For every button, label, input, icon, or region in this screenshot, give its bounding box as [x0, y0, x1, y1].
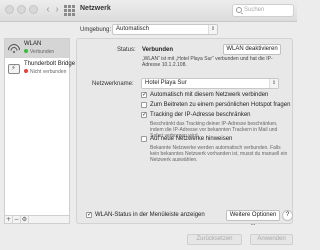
title-bar: ‹ › Netzwerk Suchen [0, 0, 297, 22]
status-description: „WLAN“ ist mit „Hotel Playa Sur“ verbund… [142, 56, 273, 68]
auto-join-label: Automatisch mit diesem Netzwerk verbinde… [150, 92, 269, 98]
show-wlan-status-label: WLAN-Status in der Menüleiste anzeigen [95, 212, 205, 218]
search-icon [236, 7, 242, 13]
zoom-window-button[interactable] [29, 5, 38, 14]
revert-button[interactable]: Zurücksetzen [187, 234, 242, 245]
ask-hotspot-checkbox[interactable] [141, 102, 147, 108]
add-service-button[interactable]: + [5, 216, 13, 223]
sidebar-item-status: Verbunden [24, 49, 54, 55]
close-window-button[interactable] [5, 5, 14, 14]
service-list: WLAN Verbunden Thunderbolt Bridge Nicht … [4, 38, 75, 216]
help-button[interactable]: ? [282, 210, 293, 221]
thunderbolt-icon [8, 64, 20, 74]
status-label: Status: [117, 47, 136, 53]
network-name-label: Netzwerkname: [92, 81, 134, 87]
window-title: Netzwerk [80, 5, 111, 12]
notify-new-networks-description: Bekannte Netzwerke werden automatisch ve… [150, 145, 288, 163]
show-all-grid-icon[interactable] [64, 5, 75, 16]
sidebar-item-label: Thunderbolt Bridge [24, 61, 76, 67]
location-select[interactable]: Automatisch ⇕ [112, 24, 218, 35]
sidebar-item-status: Nicht verbunden [24, 69, 66, 75]
gear-icon[interactable]: ⚙ [21, 216, 29, 223]
network-name-value: Hotel Playa Sur [145, 80, 187, 86]
status-value: Verbunden [142, 47, 174, 53]
sidebar-item-thunderbolt-bridge[interactable]: Thunderbolt Bridge Nicht verbunden [5, 59, 75, 78]
location-label: Umgebung: [80, 27, 112, 33]
search-input[interactable]: Suchen [232, 4, 294, 17]
status-dot-red-icon [24, 69, 28, 73]
wifi-icon [8, 43, 20, 54]
limit-ip-tracking-label: Tracking der IP-Adresse beschränken [150, 112, 251, 118]
notify-new-networks-label: Auf neue Netzwerke hinweisen [150, 136, 233, 142]
notify-new-networks-checkbox[interactable] [141, 136, 147, 142]
sidebar-item-wlan[interactable]: WLAN Verbunden [5, 39, 69, 58]
wlan-deactivate-button[interactable]: WLAN deaktivieren [223, 44, 281, 55]
location-value: Automatisch [116, 26, 150, 32]
search-placeholder: Suchen [244, 7, 265, 13]
ask-hotspot-label: Zum Beitreten zu einem persönlichen Hots… [150, 102, 291, 108]
minimize-window-button[interactable] [17, 5, 26, 14]
advanced-options-button[interactable]: Weitere Optionen ... [226, 210, 280, 227]
limit-ip-tracking-checkbox[interactable] [141, 111, 147, 118]
network-name-select[interactable]: Hotel Playa Sur ⇕ [141, 78, 279, 89]
sidebar-item-label: WLAN [24, 41, 42, 47]
show-wlan-status-checkbox[interactable] [86, 211, 92, 218]
remove-service-button[interactable]: − [13, 216, 21, 223]
chevron-updown-icon: ⇕ [269, 79, 278, 88]
auto-join-checkbox[interactable] [141, 91, 147, 98]
forward-icon[interactable]: › [51, 4, 63, 16]
sidebar-toolbar: + − ⚙ [4, 216, 70, 224]
apply-button[interactable]: Anwenden [250, 234, 293, 245]
status-dot-green-icon [24, 49, 28, 53]
chevron-updown-icon: ⇕ [208, 25, 217, 34]
